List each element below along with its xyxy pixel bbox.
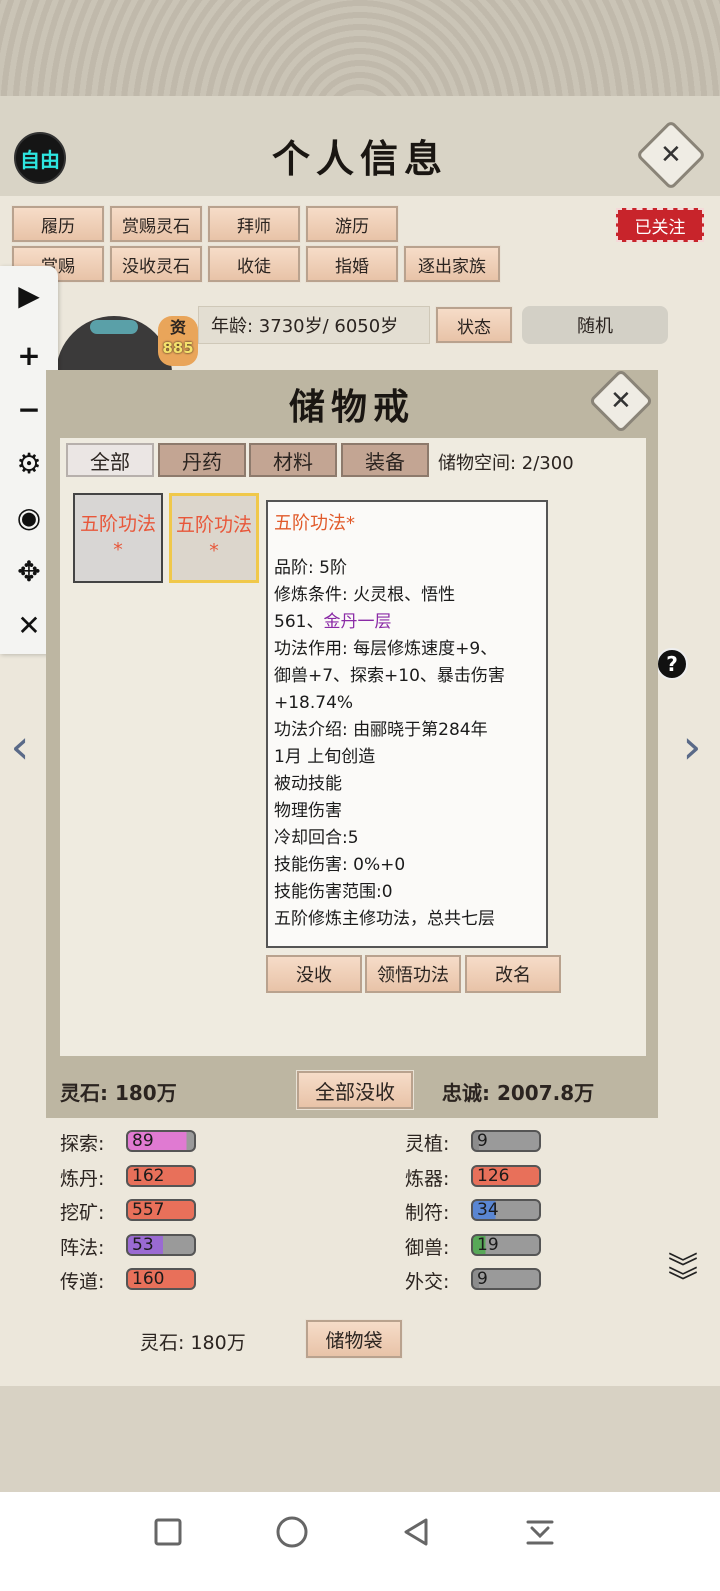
stat-label: 灵植: [405,1133,450,1155]
stat-value-bar: 19 [471,1234,541,1256]
stat-label: 挖矿: [60,1202,105,1224]
tab-equipment[interactable]: 装备 [341,443,429,477]
item-skill-range: 技能伤害范围:0 [274,882,393,902]
reward-stones-button[interactable]: 赏赐灵石 [109,205,203,243]
close-icon: ✕ [610,385,632,416]
plus-icon[interactable]: + [10,336,48,374]
download-icon[interactable] [520,1512,560,1552]
stat-label: 炼器: [405,1168,450,1190]
gear-icon[interactable]: ⚙ [10,444,48,482]
prev-arrow-icon[interactable]: ‹ [6,722,34,772]
aptitude-badge: 资 885 [158,316,198,366]
inventory-slot[interactable]: 五阶功法 * [73,493,163,583]
help-icon[interactable]: ? [656,648,688,680]
stat-label: 阵法: [60,1237,105,1259]
status-button[interactable]: 状态 [435,306,513,344]
tab-all[interactable]: 全部 [66,443,154,477]
storage-bag-button[interactable]: 储物袋 [305,1319,403,1359]
arrange-marriage-button[interactable]: 指婚 [305,245,399,283]
eye-icon[interactable]: ◉ [10,498,48,536]
slot-item-mark: * [209,540,219,562]
stat-label: 制符: [405,1202,450,1224]
slot-item-name: 五阶功法 [79,513,156,535]
loyalty-value: 忠诚: 2007.8万 [442,1081,595,1105]
travel-button[interactable]: 游历 [305,205,399,243]
stat-value-bar: 160 [126,1268,196,1290]
storage-ring-title: 储物戒 [288,386,415,428]
slot-item-name: 五阶功法 [175,514,252,536]
confiscate-stones-button[interactable]: 没收灵石 [109,245,203,283]
close-icon: ✕ [660,139,682,170]
stat-label: 御兽: [405,1237,450,1259]
aptitude-label: 资 [169,318,186,337]
item-effect: 功法作用: 每层修炼速度+9、 [274,639,498,659]
play-icon[interactable]: ▶ [10,276,48,314]
page-title: 个人信息 [271,136,448,181]
rename-button[interactable]: 改名 [465,955,561,993]
slot-item-mark: * [113,539,123,561]
followed-badge[interactable]: 已关注 [616,208,704,242]
tab-pills[interactable]: 丹药 [158,443,246,477]
storage-capacity: 储物空间: 2/300 [438,453,574,474]
item-detail-title: 五阶功法* [274,513,355,534]
item-effect-cont: 御兽+7、探索+10、暴击伤害 [274,666,505,686]
move-icon[interactable]: ✥ [10,552,48,590]
circle-icon[interactable] [272,1512,312,1552]
confiscate-button[interactable]: 没收 [266,955,362,993]
inventory-slot-selected[interactable]: 五阶功法 * [169,493,259,583]
stat-value-bar: 89 [126,1130,196,1152]
system-nav-bar [0,1492,720,1591]
tab-materials[interactable]: 材料 [249,443,337,477]
stat-label: 外交: [405,1271,450,1293]
comprehend-button[interactable]: 领悟功法 [365,955,461,993]
realm-requirement: 金丹一层 [323,612,392,632]
take-disciple-button[interactable]: 收徒 [207,245,301,283]
item-passive: 被动技能 [274,774,342,794]
crown-icon [90,320,138,334]
close-icon[interactable]: ✕ [10,606,48,644]
stat-label: 炼丹: [60,1168,105,1190]
next-arrow-icon[interactable]: › [678,722,706,772]
stat-value-bar: 34 [471,1199,541,1221]
stat-value-bar: 557 [126,1199,196,1221]
top-decoration [0,0,720,100]
item-intro: 功法介绍: 由郦晓于第284年 [274,720,488,740]
stat-value-bar: 126 [471,1165,541,1187]
stat-value-bar: 53 [126,1234,196,1256]
item-summary: 五阶修炼主修功法，总共七层 [274,909,495,929]
stat-label: 探索: [60,1133,105,1155]
item-intro-cont: 1月 上旬创造 [274,747,376,767]
square-icon[interactable] [148,1512,188,1552]
stat-label: 传道: [60,1271,105,1293]
spirit-stones-label: 灵石: 180万 [140,1332,246,1354]
resume-button[interactable]: 履历 [11,205,105,243]
stat-value-bar: 162 [126,1165,196,1187]
confiscate-all-button[interactable]: 全部没收 [296,1070,414,1110]
aptitude-value: 885 [162,339,194,357]
age-field: 年龄: 3730岁/ 6050岁 [198,306,430,344]
item-cooldown: 冷却回合:5 [274,828,359,848]
item-condition-cont: 561、金丹一层 [274,612,392,632]
random-button[interactable]: 随机 [522,306,668,344]
item-effect-cont: +18.74% [274,693,354,713]
apprentice-button[interactable]: 拜师 [207,205,301,243]
dialog-spirit-stones: 灵石: 180万 [60,1081,177,1105]
stat-value-bar: 9 [471,1268,541,1290]
expel-button[interactable]: 逐出家族 [403,245,501,283]
stat-value-bar: 9 [471,1130,541,1152]
item-damage-type: 物理伤害 [274,801,342,821]
scroll-down-icon[interactable]: ︾ ︾ [668,1254,698,1298]
back-triangle-icon[interactable] [396,1512,436,1552]
item-condition: 修炼条件: 火灵根、悟性 [274,585,456,605]
minus-icon[interactable]: − [10,390,48,428]
item-grade: 品阶: 5阶 [274,558,347,578]
item-skill-damage: 技能伤害: 0%+0 [274,855,406,875]
item-detail-panel: 五阶功法* 品阶: 5阶 修炼条件: 火灵根、悟性 561、金丹一层 功法作用:… [263,497,551,951]
